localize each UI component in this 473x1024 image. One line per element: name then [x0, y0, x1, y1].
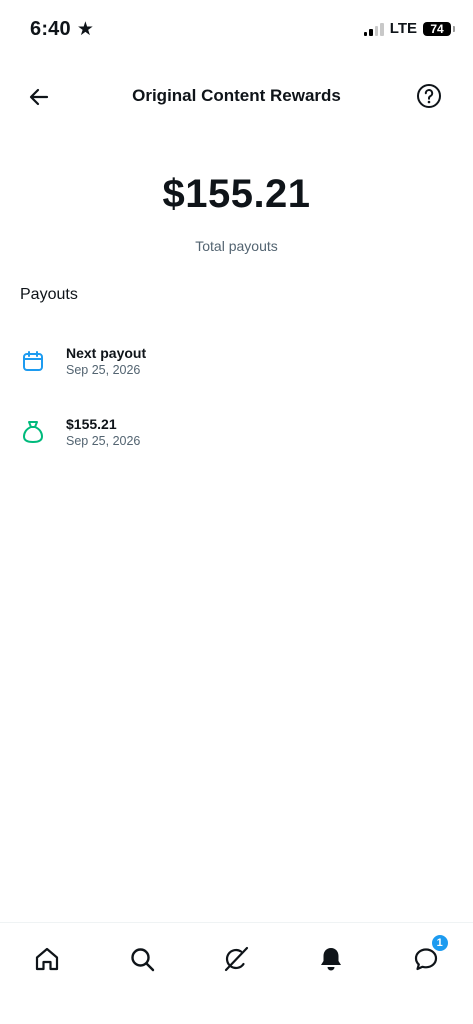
star-icon: ★ — [76, 19, 95, 40]
total-payout-label: Total payouts — [195, 238, 278, 254]
help-button[interactable] — [415, 82, 443, 110]
messages-badge: 1 — [429, 933, 450, 953]
battery-level: 74 — [430, 21, 444, 36]
search-icon — [131, 948, 155, 972]
list-item-next-payout: Next payout Sep 25, 2026 — [20, 336, 453, 386]
list-item-payout: $155.21 Sep 25, 2026 — [20, 407, 453, 457]
page-title: Original Content Rewards — [132, 86, 341, 105]
help-icon — [417, 84, 441, 108]
list-item-date: Sep 25, 2026 — [66, 363, 141, 377]
network-type: LTE — [389, 20, 417, 37]
nav-grok[interactable] — [208, 939, 264, 979]
header: Original Content Rewards — [0, 72, 473, 120]
grok-icon — [225, 946, 249, 972]
total-payout-amount: $155.21 — [162, 172, 311, 216]
list-item-date: Sep 25, 2026 — [66, 434, 141, 448]
home-icon — [36, 947, 59, 971]
bottom-navigation: 1 — [0, 922, 473, 1024]
calendar-icon — [20, 348, 46, 374]
battery-icon: 74 — [423, 21, 455, 36]
status-bar: 6:40 ★ LTE 74 — [0, 0, 473, 60]
nav-home[interactable] — [19, 939, 75, 979]
signal-icon — [363, 22, 384, 36]
list-item-title: Next payout — [66, 345, 147, 361]
money-bag-icon — [20, 419, 46, 445]
payouts-section-title: Payouts — [20, 286, 78, 303]
clock-time: 6:40 — [30, 18, 71, 40]
nav-search[interactable] — [114, 939, 170, 979]
status-indicators: LTE 74 — [363, 20, 455, 37]
status-time: 6:40 ★ — [30, 18, 94, 41]
list-item-amount: $155.21 — [66, 416, 117, 432]
notifications-icon — [321, 948, 342, 971]
nav-messages[interactable]: 1 — [398, 933, 454, 979]
nav-notifications[interactable] — [303, 939, 359, 979]
